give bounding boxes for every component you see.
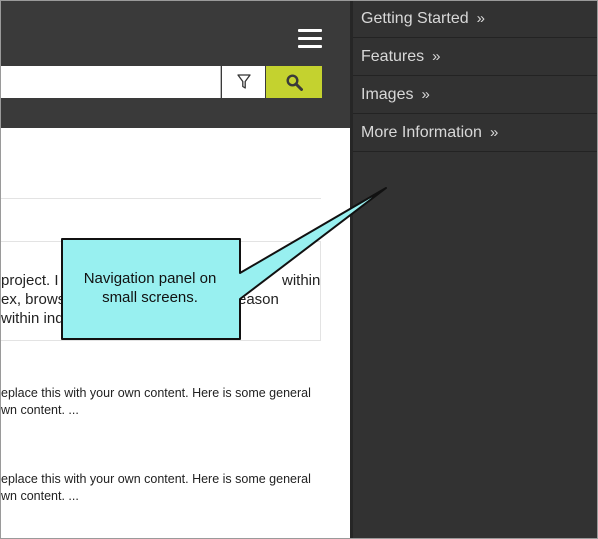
chevron-right-icon: » — [476, 10, 485, 27]
nav-item-label: Features — [361, 48, 425, 65]
nav-item-features[interactable]: Features » — [353, 39, 597, 76]
search-button[interactable] — [266, 66, 322, 98]
content-divider — [1, 198, 321, 199]
callout-text: Navigation panel on small screens. — [61, 269, 239, 307]
nav-item-label: More Information — [361, 124, 482, 141]
nav-item-getting-started[interactable]: Getting Started » — [353, 1, 597, 38]
result-text-line: within — [282, 272, 321, 289]
chevron-right-icon: » — [489, 124, 499, 141]
nav-item-more-information[interactable]: More Information » — [353, 115, 597, 152]
nav-item-label: Images — [361, 86, 414, 103]
filter-icon — [236, 74, 251, 89]
filter-button[interactable] — [222, 66, 265, 98]
callout-text-line: small screens. — [102, 289, 198, 306]
nav-item-label: Getting Started — [361, 10, 469, 27]
result-text-line: project. I — [1, 272, 59, 289]
search-icon — [285, 73, 303, 91]
result-text-line: within ind — [1, 310, 64, 327]
search-input[interactable] — [1, 66, 221, 98]
navigation-panel: Getting Started » Features » Images » More … — [350, 1, 597, 538]
chevron-right-icon: » — [432, 48, 441, 65]
top-header-bar — [1, 1, 350, 128]
snippet-text: wn content. ... — [1, 403, 79, 417]
snippet-text: wn content. ... — [1, 489, 79, 503]
screenshot-frame: project. I ex, brows within ind within e… — [0, 0, 598, 539]
nav-item-images[interactable]: Images » — [353, 77, 597, 114]
hamburger-menu-icon[interactable] — [298, 29, 322, 48]
snippet-text: eplace this with your own content. Here … — [1, 386, 311, 400]
result-text-line: eason — [238, 291, 279, 308]
chevron-right-icon: » — [421, 86, 430, 103]
snippet-text: eplace this with your own content. Here … — [1, 472, 311, 486]
result-text-line: ex, brows — [1, 291, 66, 308]
callout-text-line: Navigation panel on — [83, 270, 217, 287]
